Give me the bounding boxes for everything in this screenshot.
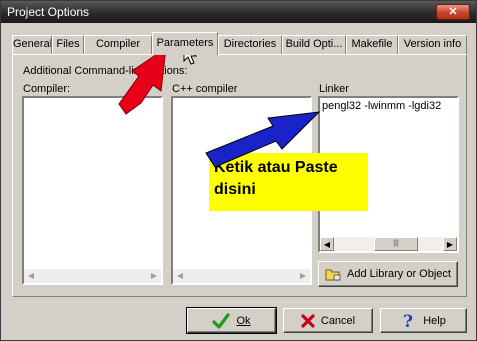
cross-icon — [301, 313, 315, 328]
tab-version-info[interactable]: Version info — [398, 35, 467, 54]
scroll-right-icon[interactable]: ▶ — [296, 269, 310, 283]
tab-build-options[interactable]: Build Opti... — [282, 35, 346, 54]
tab-strip: General Files Compiler Parameters Direct… — [12, 32, 467, 55]
tab-general[interactable]: General — [12, 35, 52, 54]
tab-compiler[interactable]: Compiler — [84, 35, 152, 54]
help-button[interactable]: ? Help — [380, 308, 467, 333]
cpp-compiler-label: C++ compiler — [172, 83, 238, 95]
linker-text: pengl32 -lwinmm -lgdi32 — [322, 100, 442, 112]
scroll-right-icon[interactable]: ▶ — [147, 269, 161, 283]
checkmark-icon — [212, 312, 231, 329]
linker-hscrollbar[interactable]: ◀ ||| ▶ — [320, 237, 457, 251]
compiler-textbox[interactable]: ◀ ▶ — [22, 96, 163, 285]
tab-makefile[interactable]: Makefile — [346, 35, 398, 54]
linker-label: Linker — [319, 83, 349, 95]
cpp-hscrollbar[interactable]: ◀ ▶ — [173, 269, 310, 283]
cancel-label: Cancel — [320, 314, 356, 327]
group-label: Additional Command-line options: — [23, 65, 188, 77]
scroll-thumb[interactable]: ||| — [374, 237, 418, 251]
tab-files[interactable]: Files — [52, 35, 84, 54]
close-button[interactable]: ✕ — [436, 4, 470, 20]
scroll-left-icon[interactable]: ◀ — [320, 237, 334, 251]
annotation-callout: Ketik atau Paste disini — [209, 153, 368, 211]
svg-text:?: ? — [403, 312, 413, 330]
tab-parameters[interactable]: Parameters — [152, 32, 218, 55]
tab-directories[interactable]: Directories — [218, 35, 282, 54]
title-bar[interactable]: Project Options ✕ — [1, 1, 476, 23]
help-label: Help — [423, 314, 446, 327]
close-icon: ✕ — [448, 6, 458, 18]
ok-label: Ok — [236, 314, 251, 327]
compiler-hscrollbar[interactable]: ◀ ▶ — [24, 269, 161, 283]
ok-button[interactable]: Ok — [186, 307, 277, 334]
folder-add-icon — [325, 269, 341, 281]
scroll-right-icon[interactable]: ▶ — [443, 237, 457, 251]
compiler-label: Compiler: — [23, 83, 71, 95]
window-title: Project Options — [7, 5, 90, 19]
help-question-icon: ? — [403, 312, 413, 330]
add-library-label: Add Library or Object — [347, 268, 451, 280]
cancel-button[interactable]: Cancel — [283, 308, 373, 333]
project-options-dialog: Project Options ✕ General Files Compiler… — [0, 0, 477, 341]
add-library-button[interactable]: Add Library or Object — [318, 261, 458, 287]
scroll-left-icon[interactable]: ◀ — [173, 269, 187, 283]
scroll-left-icon[interactable]: ◀ — [24, 269, 38, 283]
